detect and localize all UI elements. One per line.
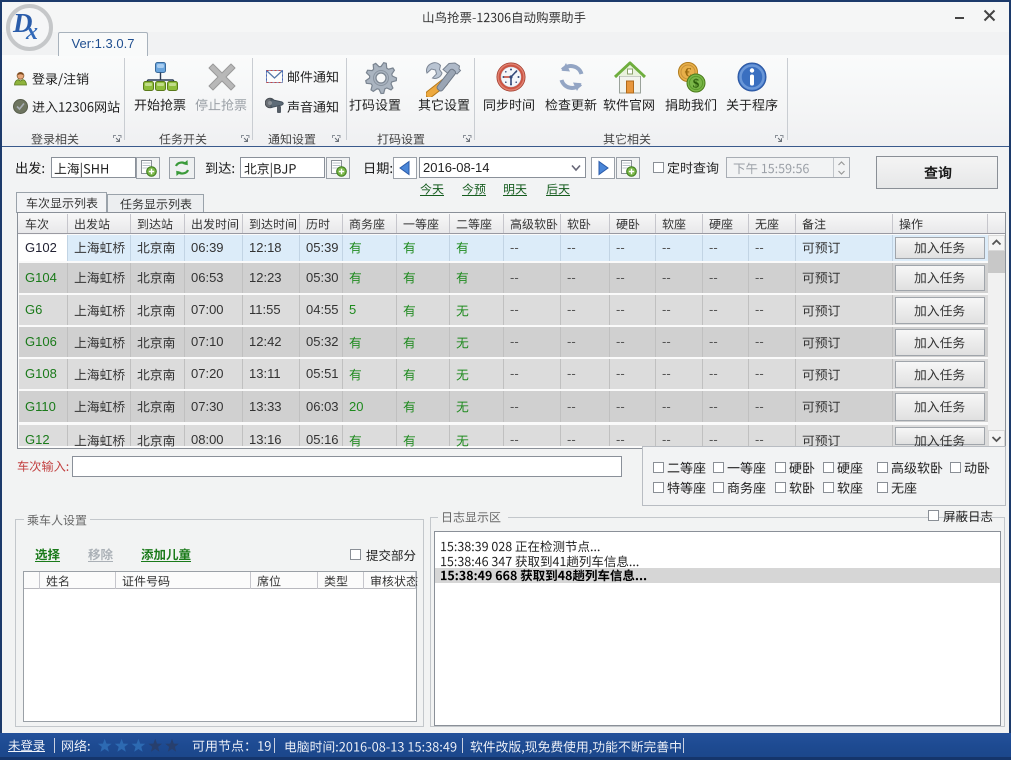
svg-text:$: $	[693, 76, 700, 91]
